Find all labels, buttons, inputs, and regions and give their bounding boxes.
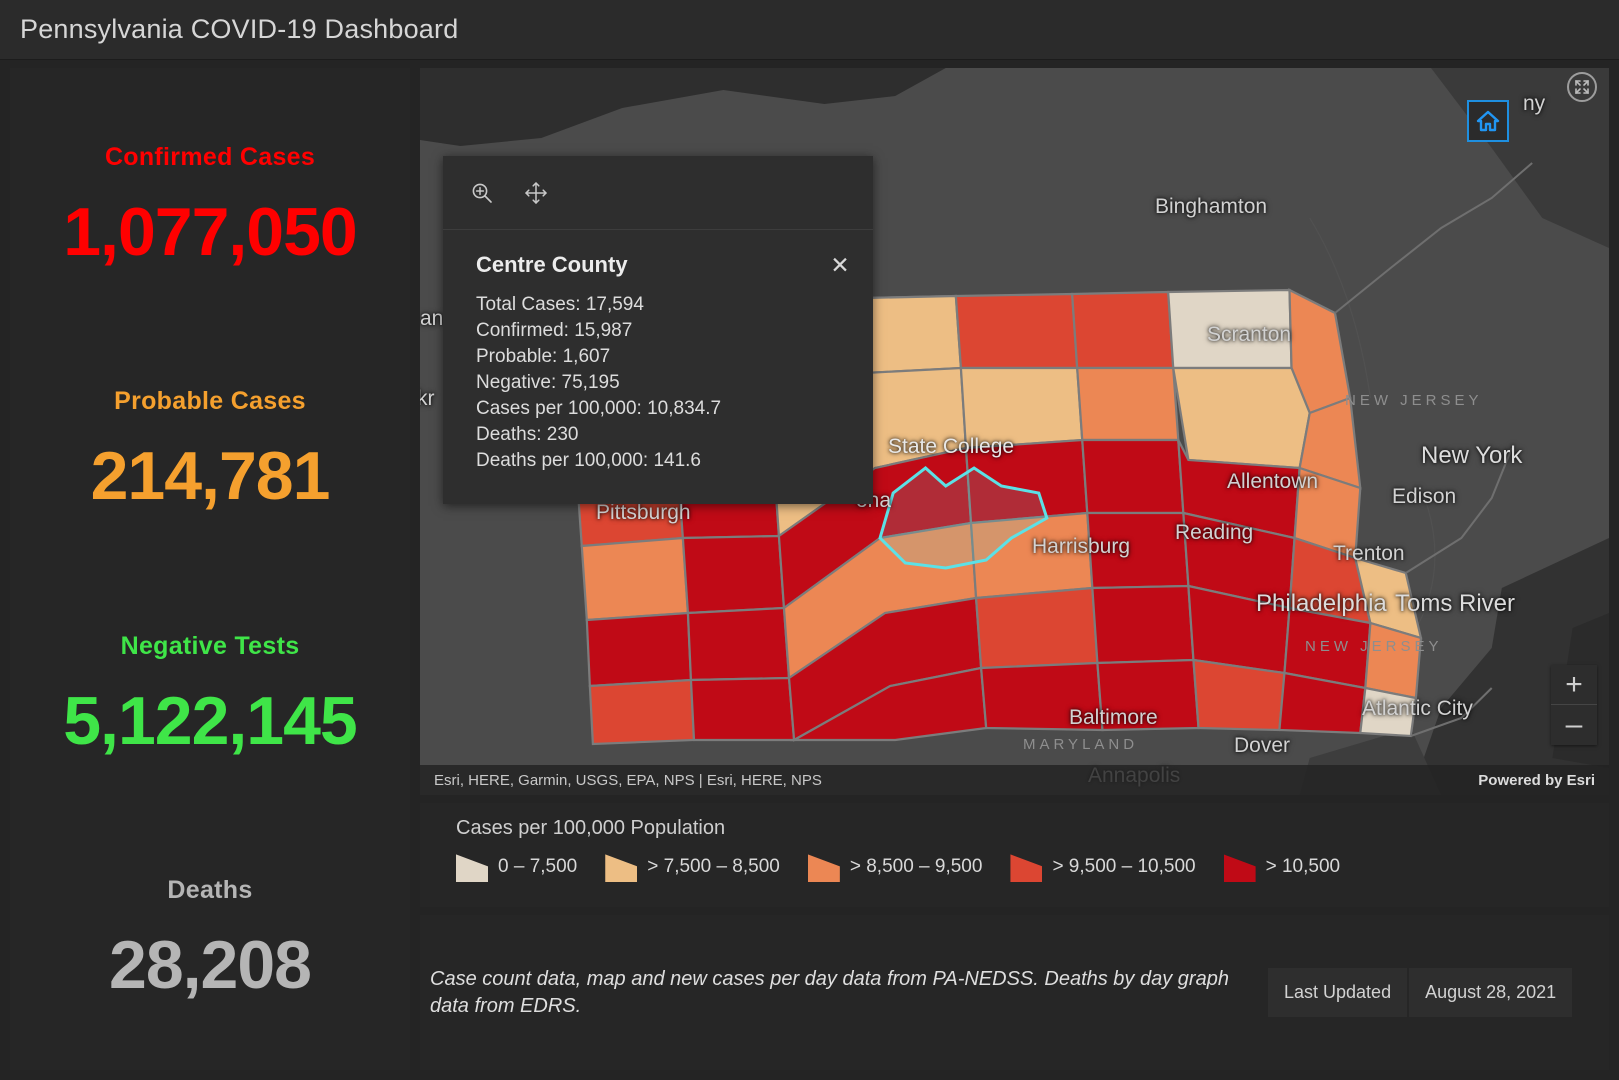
legend-swatch xyxy=(807,854,840,882)
popup-header: Centre County ✕ xyxy=(443,230,873,278)
kpi-value-probable-cases: 214,781 xyxy=(90,438,331,515)
zoom-to-glyph xyxy=(472,183,492,203)
map-attribution-bar: Esri, HERE, Garmin, USGS, EPA, NPS | Esr… xyxy=(420,765,1609,795)
legend-label: 0 – 7,500 xyxy=(498,856,578,877)
powered-by-esri: Powered by Esri xyxy=(1478,771,1595,789)
zoom-out-button[interactable]: – xyxy=(1551,705,1597,745)
kpi-label-negative-tests: Negative Tests xyxy=(120,631,300,660)
legend-item: 0 – 7,500 xyxy=(456,852,577,882)
legend-item: > 10,500 xyxy=(1223,852,1341,882)
popup-toolbar xyxy=(443,156,873,230)
fullscreen-icon[interactable] xyxy=(1567,72,1597,102)
popup-row: Total Cases: 17,594 xyxy=(476,294,644,315)
popup-title: Centre County xyxy=(476,252,628,277)
app-header: Pennsylvania COVID-19 Dashboard xyxy=(0,0,1619,60)
close-icon[interactable]: ✕ xyxy=(827,252,853,278)
legend-item: > 8,500 – 9,500 xyxy=(807,852,983,882)
legend-item: > 9,500 – 10,500 xyxy=(1010,852,1196,882)
map-panel[interactable]: Binghamton Scranton NEW JERSEY New York Edis… xyxy=(420,68,1609,795)
popup-row: Probable: 1,607 xyxy=(476,346,611,368)
legend-label: > 10,500 xyxy=(1265,856,1341,877)
pan-icon[interactable] xyxy=(524,181,548,205)
legend-swatch xyxy=(1223,854,1256,882)
zoom-in-button[interactable]: + xyxy=(1551,665,1597,705)
legend-label: > 8,500 – 9,500 xyxy=(849,856,983,877)
popup-row: Deaths: 230 xyxy=(476,424,579,446)
pan-glyph xyxy=(525,181,547,204)
legend-label: > 9,500 – 10,500 xyxy=(1052,856,1196,877)
map-attribution-text: Esri, HERE, Garmin, USGS, EPA, NPS | Esr… xyxy=(434,771,822,789)
dashboard-root: Pennsylvania COVID-19 Dashboard Confirme… xyxy=(0,0,1619,1080)
footer-source-note: Case count data, map and new cases per d… xyxy=(430,967,1229,1017)
kpi-value-negative-tests: 5,122,145 xyxy=(63,682,358,759)
home-icon[interactable] xyxy=(1467,100,1509,142)
home-glyph xyxy=(1476,110,1500,132)
legend-swatch xyxy=(456,854,488,882)
popup-row: Negative: 75,195 xyxy=(476,372,620,394)
zoom-to-icon[interactable] xyxy=(470,181,494,205)
page-title: Pennsylvania COVID-19 Dashboard xyxy=(20,14,459,44)
fullscreen-glyph xyxy=(1575,80,1589,94)
footer-panel: Case count data, map and new cases per d… xyxy=(420,915,1609,1070)
popup-row: Confirmed: 15,987 xyxy=(476,320,633,342)
zoom-controls[interactable]: + – xyxy=(1551,665,1597,745)
map-and-legend-column: Binghamton Scranton NEW JERSEY New York Edis… xyxy=(420,68,1609,1070)
last-updated-box: Last Updated August 28, 2021 xyxy=(1268,967,1573,1018)
popup-row: Deaths per 100,000: 141.6 xyxy=(476,450,702,472)
popup-row: Cases per 100,000: 10,834.7 xyxy=(476,398,722,420)
legend-label: > 7,500 – 8,500 xyxy=(647,856,780,877)
dashboard-body: Confirmed Cases 1,077,050 Probable Cases… xyxy=(0,60,1619,1080)
feature-popup[interactable]: Centre County ✕ Total Cases: 17,594 Confi… xyxy=(443,156,873,505)
kpi-panel: Confirmed Cases 1,077,050 Probable Cases… xyxy=(10,68,410,1070)
kpi-negative-tests: Negative Tests 5,122,145 xyxy=(10,632,410,755)
kpi-value-confirmed-cases: 1,077,050 xyxy=(63,193,358,270)
kpi-confirmed-cases: Confirmed Cases 1,077,050 xyxy=(10,143,410,266)
legend-title: Cases per 100,000 Population xyxy=(456,817,726,839)
last-updated-label: Last Updated xyxy=(1268,967,1408,1018)
kpi-deaths: Deaths 28,208 xyxy=(10,876,410,999)
kpi-probable-cases: Probable Cases 214,781 xyxy=(10,387,410,510)
map-legend: Cases per 100,000 Population 0 – 7,500 > … xyxy=(420,803,1609,907)
kpi-label-confirmed-cases: Confirmed Cases xyxy=(104,142,316,171)
legend-items: 0 – 7,500 > 7,500 – 8,500 > 8,500 – 9,500 >… xyxy=(456,852,1609,882)
last-updated-value: August 28, 2021 xyxy=(1407,967,1573,1018)
popup-attribute-list: Total Cases: 17,594 Confirmed: 15,987 Prob… xyxy=(443,278,873,504)
kpi-label-deaths: Deaths xyxy=(167,876,253,905)
kpi-value-deaths: 28,208 xyxy=(109,927,312,1004)
legend-item: > 7,500 – 8,500 xyxy=(605,852,780,882)
legend-swatch xyxy=(1010,854,1043,882)
legend-swatch xyxy=(605,854,638,882)
kpi-label-probable-cases: Probable Cases xyxy=(114,387,306,416)
